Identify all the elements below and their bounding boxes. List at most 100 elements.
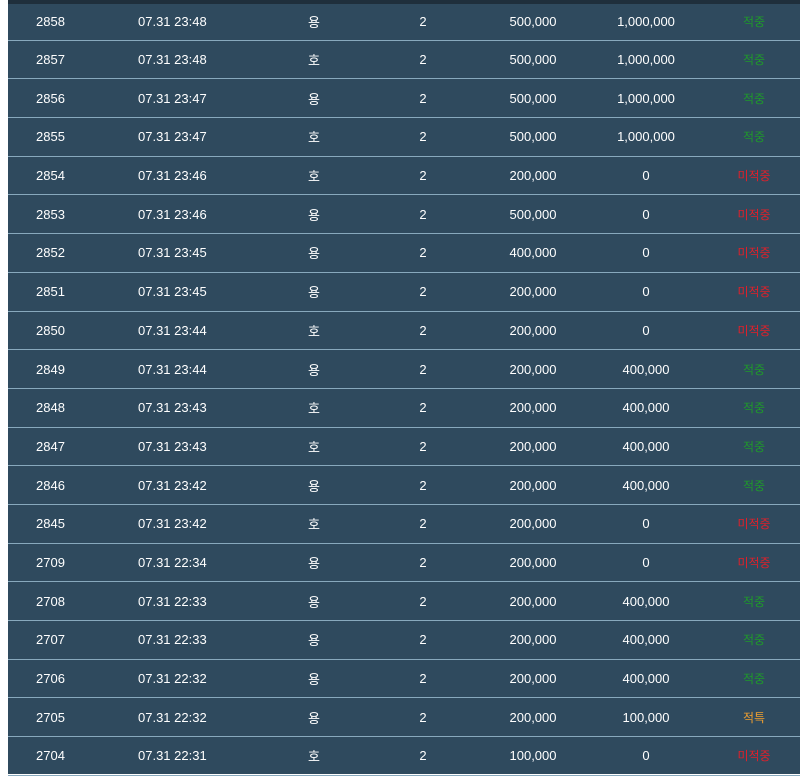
table-row: 2707 07.31 22:33 용 2 200,000 400,000 적중	[8, 621, 800, 660]
bet-side: 호	[308, 323, 320, 339]
table-row: 2847 07.31 23:43 호 2 200,000 400,000 적중	[8, 428, 800, 467]
table-row: 2855 07.31 23:47 호 2 500,000 1,000,000 적중	[8, 118, 800, 157]
bet-count: 2	[419, 52, 427, 68]
bet-amount: 400,000	[509, 245, 557, 261]
bet-side: 용	[308, 555, 320, 571]
bet-time: 07.31 23:47	[138, 129, 207, 145]
bet-count: 2	[419, 516, 427, 532]
result-status: 적중	[742, 362, 766, 377]
bet-amount: 500,000	[509, 52, 557, 68]
win-amount: 100,000	[622, 709, 670, 725]
bet-id: 2850	[36, 322, 65, 338]
bet-side: 호	[308, 169, 320, 185]
bet-side: 용	[308, 207, 320, 223]
win-amount: 400,000	[622, 632, 670, 648]
result-status: 미적중	[737, 517, 771, 532]
win-amount: 0	[642, 748, 650, 764]
table-row: 2848 07.31 23:43 호 2 200,000 400,000 적중	[8, 389, 800, 428]
table-row: 2853 07.31 23:46 용 2 500,000 0 미적중	[8, 195, 800, 235]
win-amount: 0	[642, 554, 650, 570]
table-row: 2858 07.31 23:48 용 2 500,000 1,000,000 적중	[8, 4, 800, 41]
bet-id: 2707	[36, 632, 65, 648]
win-amount: 400,000	[622, 438, 670, 454]
result-status: 미적중	[737, 323, 771, 338]
bet-count: 2	[419, 90, 427, 106]
result-status: 적중	[742, 478, 766, 493]
win-amount: 0	[642, 284, 650, 300]
bet-count: 2	[419, 671, 427, 687]
bet-side: 용	[308, 672, 320, 688]
win-amount: 0	[642, 322, 650, 338]
bet-count: 2	[419, 477, 427, 493]
table-row: 2709 07.31 22:34 용 2 200,000 0 미적중	[8, 544, 800, 583]
bet-id: 2846	[36, 477, 65, 493]
bet-time: 07.31 22:32	[138, 709, 207, 725]
bet-count: 2	[419, 14, 427, 30]
table-row: 2849 07.31 23:44 용 2 200,000 400,000 적중	[8, 350, 800, 389]
bet-time: 07.31 23:46	[138, 206, 207, 222]
bet-count: 2	[419, 129, 427, 145]
bet-count: 2	[419, 245, 427, 261]
bet-side: 용	[308, 91, 320, 107]
bet-time: 07.31 23:43	[138, 438, 207, 454]
bet-id: 2845	[36, 516, 65, 532]
bet-count: 2	[419, 748, 427, 764]
bet-amount: 500,000	[509, 90, 557, 106]
result-status: 적중	[742, 401, 766, 416]
result-status: 미적중	[737, 207, 771, 222]
table-row: 2854 07.31 23:46 호 2 200,000 0 미적중	[8, 157, 800, 196]
bet-count: 2	[419, 361, 427, 377]
win-amount: 0	[642, 245, 650, 261]
win-amount: 1,000,000	[617, 14, 675, 30]
bet-id: 2709	[36, 554, 65, 570]
win-amount: 0	[642, 516, 650, 532]
table-row: 2708 07.31 22:33 용 2 200,000 400,000 적중	[8, 582, 800, 621]
bet-amount: 200,000	[509, 438, 557, 454]
result-status: 적중	[742, 633, 766, 648]
win-amount: 400,000	[622, 477, 670, 493]
bet-id: 2854	[36, 168, 65, 184]
bet-amount: 200,000	[509, 671, 557, 687]
bet-side: 용	[308, 285, 320, 301]
bet-id: 2706	[36, 671, 65, 687]
bet-count: 2	[419, 322, 427, 338]
bet-side: 용	[308, 246, 320, 262]
result-status: 적중	[742, 91, 766, 106]
bet-time: 07.31 23:46	[138, 168, 207, 184]
bet-time: 07.31 23:42	[138, 477, 207, 493]
bet-id: 2858	[36, 14, 65, 30]
bet-time: 07.31 23:44	[138, 322, 207, 338]
result-status: 적중	[742, 594, 766, 609]
table-row: 2705 07.31 22:32 용 2 200,000 100,000 적특	[8, 698, 800, 738]
bet-amount: 200,000	[509, 632, 557, 648]
bet-time: 07.31 22:32	[138, 671, 207, 687]
bet-count: 2	[419, 554, 427, 570]
bet-id: 2852	[36, 245, 65, 261]
bet-count: 2	[419, 168, 427, 184]
bet-amount: 200,000	[509, 284, 557, 300]
bet-side: 호	[308, 130, 320, 146]
bet-time: 07.31 23:48	[138, 14, 207, 30]
bet-side: 용	[308, 15, 320, 31]
bet-side: 호	[308, 401, 320, 417]
result-status: 적중	[742, 130, 766, 145]
bet-time: 07.31 23:45	[138, 284, 207, 300]
result-status: 적중	[742, 53, 766, 68]
bet-time: 07.31 23:47	[138, 90, 207, 106]
result-status: 미적중	[737, 285, 771, 300]
table-row: 2850 07.31 23:44 호 2 200,000 0 미적중	[8, 312, 800, 351]
win-amount: 1,000,000	[617, 129, 675, 145]
table-row: 2852 07.31 23:45 용 2 400,000 0 미적중	[8, 234, 800, 273]
bet-time: 07.31 22:34	[138, 554, 207, 570]
bet-amount: 500,000	[509, 14, 557, 30]
bet-amount: 200,000	[509, 516, 557, 532]
bet-time: 07.31 23:43	[138, 400, 207, 416]
table-row: 2845 07.31 23:42 호 2 200,000 0 미적중	[8, 505, 800, 544]
win-amount: 400,000	[622, 361, 670, 377]
bet-time: 07.31 22:33	[138, 593, 207, 609]
bet-amount: 200,000	[509, 477, 557, 493]
bet-id: 2853	[36, 206, 65, 222]
bet-time: 07.31 23:45	[138, 245, 207, 261]
bet-history-table: 2858 07.31 23:48 용 2 500,000 1,000,000 적중 2857 0…	[8, 0, 800, 776]
result-status: 적특	[742, 710, 766, 725]
